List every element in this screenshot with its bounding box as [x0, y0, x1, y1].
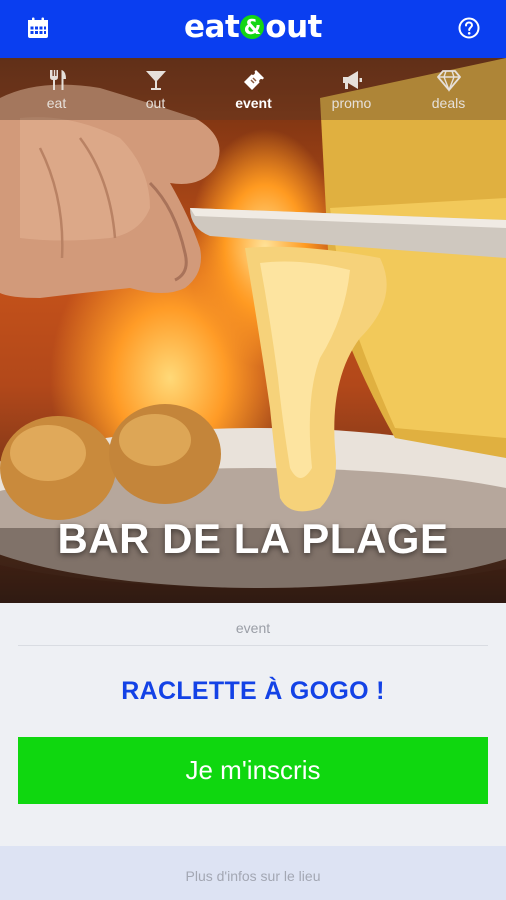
tab-event[interactable]: event — [203, 58, 304, 120]
logo-text-eat: eat — [184, 9, 240, 45]
tab-eat[interactable]: eat — [6, 58, 107, 120]
tab-event-label: event — [235, 95, 272, 111]
tab-out-label: out — [145, 95, 166, 111]
event-category-label: event — [235, 620, 271, 636]
cocktail-glass-icon — [145, 71, 166, 90]
megaphone-icon — [342, 71, 362, 89]
tab-promo-label: promo — [331, 95, 372, 111]
tab-promo[interactable]: promo — [301, 58, 402, 120]
logo-ampersand: & — [240, 15, 265, 39]
logo-text-out: out — [265, 9, 322, 45]
tab-eat-label: eat — [46, 95, 67, 111]
app-logo: eat & out — [0, 9, 506, 45]
tab-deals[interactable]: deals — [398, 58, 499, 120]
help-icon[interactable] — [458, 17, 480, 39]
divider — [18, 645, 488, 646]
register-button[interactable]: Je m'inscris — [18, 737, 488, 804]
fork-knife-icon — [49, 70, 66, 90]
app-header: eat & out — [0, 0, 506, 58]
diamond-icon — [436, 70, 461, 92]
category-tabs: eat out event promo deals — [0, 58, 506, 120]
footer-bar: Plus d'infos sur le lieu — [0, 846, 506, 900]
tab-deals-label: deals — [431, 95, 466, 111]
event-details: event RACLETTE À GOGO ! Je m'inscris — [0, 603, 506, 846]
venue-info-link[interactable]: Plus d'infos sur le lieu — [0, 868, 506, 884]
event-title: RACLETTE À GOGO ! — [121, 677, 385, 705]
venue-name: BAR DE LA PLAGE — [57, 515, 449, 562]
ticket-icon — [243, 70, 264, 90]
tab-out[interactable]: out — [105, 58, 206, 120]
